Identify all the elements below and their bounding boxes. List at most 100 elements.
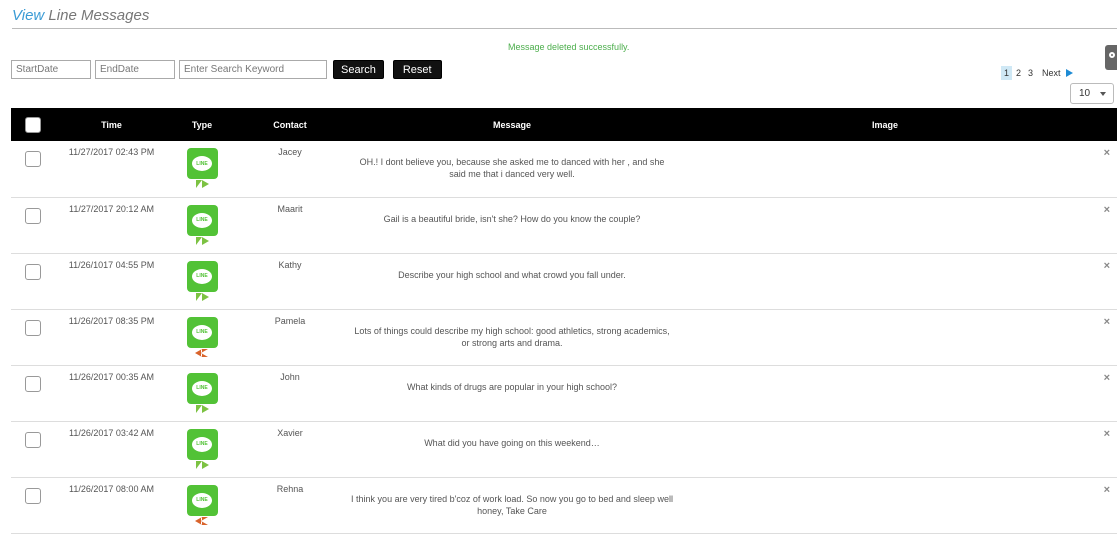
search-button[interactable]: Search	[333, 60, 384, 79]
row-message: Describe your high school and what crowd…	[398, 269, 626, 280]
delete-row-button[interactable]: ×	[1089, 421, 1117, 477]
row-time: 11/27/2017 20:12 AM	[69, 203, 154, 214]
row-contact: John	[280, 371, 300, 382]
page-title: View Line Messages	[12, 7, 149, 24]
row-time: 11/26/1017 04:55 PM	[68, 259, 155, 270]
row-image	[681, 477, 1089, 533]
row-contact: Pamela	[274, 315, 306, 326]
row-checkbox[interactable]	[25, 207, 41, 224]
column-header-message[interactable]: Message	[343, 108, 681, 141]
table-row: 11/26/2017 00:35 AM LINE John What kinds of…	[11, 365, 1117, 421]
start-date-input[interactable]	[11, 60, 91, 79]
row-contact: Jacey	[278, 147, 302, 157]
delete-row-button[interactable]: ×	[1089, 309, 1117, 365]
row-image	[681, 141, 1089, 197]
row-checkbox[interactable]	[25, 263, 41, 280]
table-header-row: Time Type Contact Message Image	[11, 108, 1117, 141]
line-app-icon: LINE	[186, 316, 218, 348]
page-size-value: 10	[1079, 88, 1091, 99]
pagination: 1 2 3 Next	[1001, 66, 1073, 80]
title-divider	[12, 28, 1117, 29]
row-message: Gail is a beautiful bride, isn't she? Ho…	[383, 213, 641, 224]
column-header-time[interactable]: Time	[56, 108, 167, 141]
row-message: What did you have going on this weekend…	[424, 437, 600, 448]
row-type: LINE	[167, 309, 237, 365]
flash-message: Message deleted successfully.	[508, 42, 630, 52]
row-message: What kinds of drugs are popular in your …	[406, 381, 618, 392]
line-app-icon: LINE	[186, 260, 218, 292]
table-row: 11/26/2017 08:35 PM LINE Pamela Lots of thi…	[11, 309, 1117, 365]
row-checkbox[interactable]	[25, 487, 41, 504]
page-title-accent: View	[12, 7, 45, 24]
delete-row-button[interactable]: ×	[1089, 141, 1117, 197]
outgoing-arrow-icon	[196, 236, 209, 245]
line-icon-label: LINE	[192, 268, 212, 284]
row-type: LINE	[167, 421, 237, 477]
end-date-input[interactable]	[95, 60, 175, 79]
row-checkbox[interactable]	[25, 431, 41, 448]
column-header-type[interactable]: Type	[167, 108, 237, 141]
delete-row-button[interactable]: ×	[1089, 197, 1117, 253]
row-message: OH.! I dont believe you, because she ask…	[359, 157, 665, 180]
line-app-icon: LINE	[186, 204, 218, 236]
row-checkbox[interactable]	[25, 375, 41, 392]
incoming-arrow-icon	[195, 348, 208, 357]
select-all-checkbox[interactable]	[25, 116, 41, 133]
outgoing-arrow-icon	[196, 292, 209, 301]
outgoing-arrow-icon	[196, 404, 209, 413]
column-header-image[interactable]: Image	[681, 108, 1089, 141]
line-icon-label: LINE	[192, 212, 212, 228]
row-image	[681, 253, 1089, 309]
row-type: LINE	[167, 477, 237, 533]
settings-side-tab[interactable]	[1105, 45, 1117, 70]
row-type: LINE	[167, 253, 237, 309]
delete-row-button[interactable]: ×	[1089, 365, 1117, 421]
incoming-arrow-icon	[195, 516, 208, 525]
line-app-icon: LINE	[186, 372, 218, 404]
table-row: 11/27/2017 02:43 PM LINE Jacey OH.! I dont …	[11, 141, 1117, 197]
line-icon-label: LINE	[192, 156, 212, 171]
delete-row-button[interactable]: ×	[1089, 253, 1117, 309]
line-icon-label: LINE	[192, 324, 212, 340]
row-time: 11/26/2017 00:35 AM	[69, 371, 154, 382]
row-image	[681, 365, 1089, 421]
filter-bar: Search Reset	[11, 60, 442, 79]
page-link-1[interactable]: 1	[1001, 66, 1013, 80]
row-time: 11/27/2017 02:43 PM	[68, 147, 155, 157]
row-contact: Rehna	[276, 483, 304, 494]
delete-row-button[interactable]: ×	[1089, 477, 1117, 533]
next-page-link[interactable]: Next	[1042, 68, 1061, 78]
outgoing-arrow-icon	[196, 180, 209, 188]
row-time: 11/26/2017 08:35 PM	[68, 315, 155, 326]
line-icon-label: LINE	[192, 436, 212, 452]
line-icon-label: LINE	[192, 380, 212, 396]
messages-table: Time Type Contact Message Image 11/27/20…	[11, 108, 1117, 534]
settings-icon	[1109, 52, 1115, 58]
column-header-contact[interactable]: Contact	[237, 108, 343, 141]
row-contact: Xavier	[277, 427, 303, 438]
row-type: LINE	[167, 197, 237, 253]
row-contact: Kathy	[278, 259, 302, 270]
page-size-select[interactable]: 10	[1070, 83, 1114, 104]
row-type: LINE	[167, 365, 237, 421]
line-app-icon: LINE	[186, 148, 218, 179]
row-time: 11/26/2017 08:00 AM	[69, 483, 154, 494]
search-keyword-input[interactable]	[179, 60, 327, 79]
table-row: 11/26/2017 03:42 AM LINE Xavier What did yo…	[11, 421, 1117, 477]
row-checkbox[interactable]	[25, 151, 41, 167]
row-image	[681, 421, 1089, 477]
page-link-2[interactable]: 2	[1013, 66, 1024, 80]
line-app-icon: LINE	[186, 484, 218, 516]
page-link-3[interactable]: 3	[1025, 66, 1036, 80]
line-app-icon: LINE	[186, 428, 218, 460]
table-row: 11/27/2017 20:12 AM LINE Maarit Gail is a b…	[11, 197, 1117, 253]
outgoing-arrow-icon	[196, 460, 209, 469]
table-row: 11/26/1017 04:55 PM LINE Kathy Describe you…	[11, 253, 1117, 309]
row-image	[681, 309, 1089, 365]
row-image	[681, 197, 1089, 253]
next-arrow-icon[interactable]	[1065, 69, 1073, 77]
row-checkbox[interactable]	[25, 319, 41, 336]
line-icon-label: LINE	[192, 492, 212, 508]
row-contact: Maarit	[277, 203, 303, 214]
reset-button[interactable]: Reset	[392, 60, 442, 79]
